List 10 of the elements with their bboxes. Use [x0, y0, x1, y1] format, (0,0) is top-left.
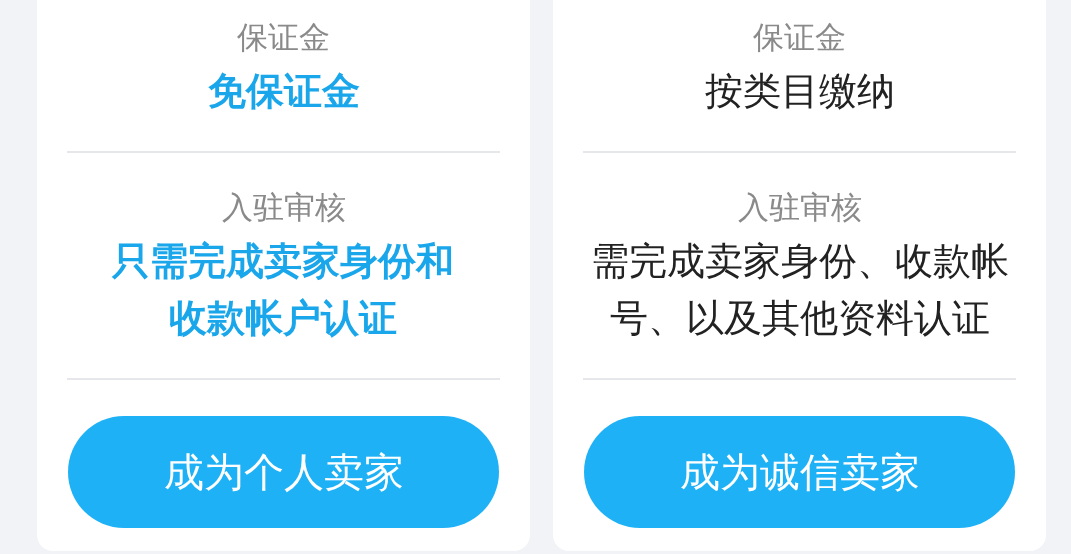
field-label: 入驻审核	[737, 188, 862, 227]
field-value: 只需完成卖家身份和收款帐户认证	[111, 238, 456, 342]
become-seller-button[interactable]: 成为个人卖家	[68, 416, 499, 528]
field-value: 按类目缴纳	[704, 68, 895, 115]
become-seller-button[interactable]: 成为诚信卖家	[584, 416, 1015, 528]
field-value: 免保证金	[207, 68, 360, 115]
field-value: 需完成卖家身份、收款帐号、以及其他资料认证	[589, 238, 1010, 342]
field-label: 保证金	[753, 18, 846, 57]
field-label: 保证金	[237, 18, 330, 57]
field-label: 入驻审核	[221, 188, 346, 227]
